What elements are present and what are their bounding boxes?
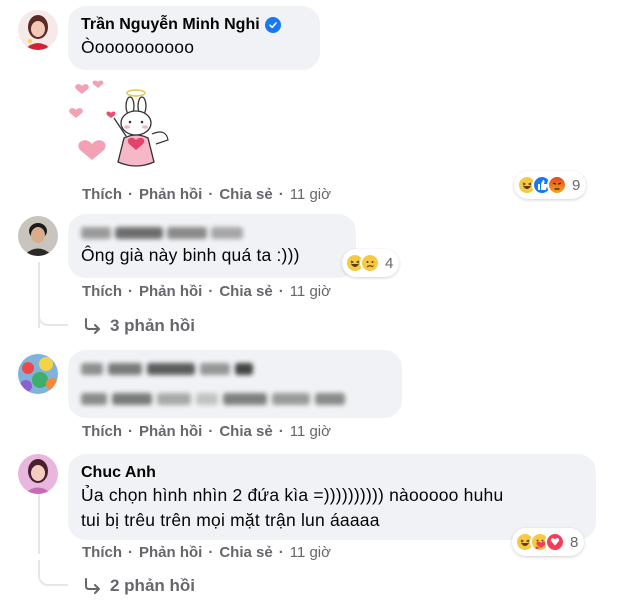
separator-dot: · [128, 544, 133, 561]
comment-time[interactable]: 11 giờ [290, 423, 331, 440]
share-button[interactable]: Chia sẻ [219, 544, 272, 561]
avatar-photo [18, 354, 58, 394]
reaction-count: 4 [385, 254, 394, 272]
separator-dot: · [278, 283, 284, 300]
reply-arrow-icon [85, 318, 100, 334]
replies-count[interactable]: 2 phản hồi [110, 576, 195, 596]
reply-arrow-icon [85, 578, 100, 594]
reaction-summary[interactable]: 9 [514, 171, 587, 199]
separator-dot: · [278, 423, 284, 440]
separator-dot: · [128, 186, 133, 203]
sad-icon [360, 253, 380, 273]
angel-bunny-heart-sticker-icon [69, 80, 169, 167]
share-button[interactable]: Chia sẻ [219, 283, 272, 300]
comment-author[interactable]: Chuc Anh [81, 462, 583, 483]
comment-bubble [68, 350, 402, 418]
avatar-photo [18, 216, 58, 256]
like-button[interactable]: Thích [82, 283, 122, 300]
separator-dot: · [278, 544, 284, 561]
comment-time[interactable]: 11 giờ [290, 186, 331, 203]
reply-button[interactable]: Phản hồi [139, 423, 202, 440]
avatar[interactable] [18, 216, 58, 256]
separator-dot: · [208, 423, 214, 440]
love-icon [545, 532, 565, 552]
sticker-image[interactable] [68, 76, 178, 176]
comment-bubble: Chuc Anh Ủa chọn hình nhìn 2 đứa kìa =))… [68, 454, 596, 540]
reaction-summary[interactable]: 4 [342, 249, 400, 277]
comment-time[interactable]: 11 giờ [290, 283, 331, 300]
verified-badge-icon [264, 16, 281, 33]
blurred-comment-text [81, 386, 389, 412]
comment-text-line: Ủa chọn hình nhìn 2 đứa kìa =)))))))))) … [81, 485, 504, 505]
comment-author-hidden[interactable] [81, 222, 343, 243]
reply-button[interactable]: Phản hồi [139, 283, 202, 300]
like-button[interactable]: Thích [82, 544, 122, 561]
comment-author[interactable]: Trần Nguyễn Minh Nghi [81, 14, 307, 35]
thread-connector [38, 300, 68, 326]
separator-dot: · [208, 283, 214, 300]
comment-bubble: Ông già này binh quá ta :))) [68, 214, 356, 278]
comment-bubble: Trần Nguyễn Minh Nghi Òoooooooooo [68, 6, 320, 70]
avatar-photo [18, 10, 58, 50]
view-replies-link[interactable]: 2 phản hồi [84, 576, 195, 596]
separator-dot: · [208, 544, 214, 561]
like-button[interactable]: Thích [82, 186, 122, 203]
comment-actions: Thích · Phản hồi · Chia sẻ · 11 giờ [82, 423, 331, 440]
avatar[interactable] [18, 10, 58, 50]
reaction-summary[interactable]: 8 [512, 528, 585, 556]
blurred-author-name [115, 226, 163, 239]
thread-connector [38, 560, 68, 586]
separator-dot: · [208, 186, 214, 203]
reaction-count: 9 [572, 176, 581, 194]
like-button[interactable]: Thích [82, 423, 122, 440]
reaction-count: 8 [570, 533, 579, 551]
share-button[interactable]: Chia sẻ [219, 186, 272, 203]
separator-dot: · [128, 423, 133, 440]
comment-text: Ông già này binh quá ta :))) [81, 245, 300, 265]
view-replies-link[interactable]: 3 phản hồi [84, 316, 195, 336]
comment-text: Òoooooooooo [81, 37, 195, 57]
separator-dot: · [128, 283, 133, 300]
blurred-author-name [167, 226, 207, 239]
blurred-author-name [211, 226, 243, 239]
author-name[interactable]: Chuc Anh [81, 462, 156, 483]
avatar[interactable] [18, 454, 58, 494]
avatar[interactable] [18, 354, 58, 394]
comment-actions: Thích · Phản hồi · Chia sẻ · 11 giờ [82, 186, 331, 203]
comment-text-line: tui bị trêu trên mọi mặt trận lun áaaaa [81, 510, 380, 530]
comment-actions: Thích · Phản hồi · Chia sẻ · 11 giờ [82, 544, 331, 561]
avatar-photo [18, 454, 58, 494]
share-button[interactable]: Chia sẻ [219, 423, 272, 440]
angry-icon [547, 175, 567, 195]
reply-button[interactable]: Phản hồi [139, 544, 202, 561]
blurred-author-name [81, 226, 111, 239]
replies-count[interactable]: 3 phản hồi [110, 316, 195, 336]
author-name[interactable]: Trần Nguyễn Minh Nghi [81, 14, 260, 35]
reply-button[interactable]: Phản hồi [139, 186, 202, 203]
comment-actions: Thích · Phản hồi · Chia sẻ · 11 giờ [82, 283, 331, 300]
thread-line [38, 494, 40, 554]
comment-time[interactable]: 11 giờ [290, 544, 331, 561]
blurred-author-name [81, 358, 389, 380]
separator-dot: · [278, 186, 284, 203]
